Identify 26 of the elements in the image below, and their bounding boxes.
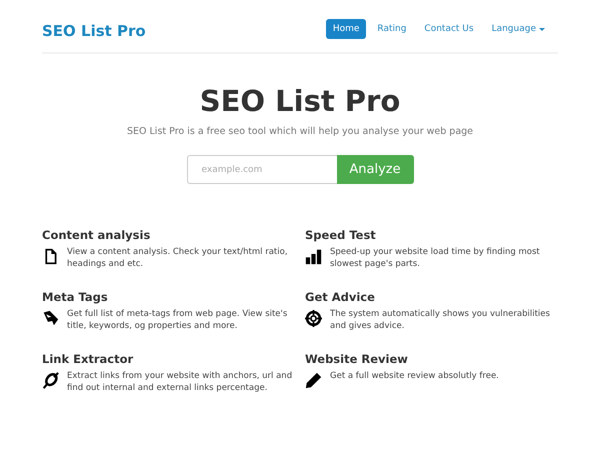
nav-link[interactable]: Contact Us — [417, 19, 481, 39]
tag-icon — [42, 310, 59, 327]
feature-description: Get full list of meta-tags from web page. View site's title, keywords, og properties and more. — [67, 308, 288, 332]
url-input-field[interactable]: example.com — [186, 155, 336, 184]
feature-description: Extract links from your website with anchors, url and find out internal and external links percentage. — [67, 370, 294, 394]
crosshair-icon — [305, 310, 322, 327]
hero-subtitle: SEO List Pro is a free seo tool which will help you analyse your web page — [126, 126, 474, 137]
feature-description: The system automatically shows you vulnerabilities and gives advice. — [330, 308, 551, 332]
site-logo[interactable]: SEO List Pro — [42, 22, 146, 40]
bar-chart-icon — [305, 248, 322, 265]
feature-title: Speed Test — [305, 228, 376, 242]
feature-title: Get Advice — [305, 290, 375, 304]
feature-title: Link Extractor — [42, 352, 134, 366]
link-icon — [42, 372, 59, 389]
analyze-button[interactable]: Analyze — [336, 155, 414, 184]
feature-description: Get a full website review absolutly free. — [330, 370, 500, 382]
feature-title: Meta Tags — [42, 290, 108, 304]
feature-title: Content analysis — [42, 228, 150, 242]
hero-title: SEO List Pro — [198, 84, 402, 118]
feature-description: View a content analysis. Check your text/html ratio, headings and etc. — [67, 246, 289, 270]
nav-link[interactable]: Home — [326, 19, 366, 39]
feature-title: Website Review — [305, 352, 408, 366]
nav-link[interactable]: Rating — [370, 19, 414, 39]
nav-link[interactable]: Language — [484, 19, 552, 39]
feature-description: Speed-up your website load time by finding most slowest page's parts. — [330, 246, 541, 270]
pencil-icon — [305, 372, 322, 389]
